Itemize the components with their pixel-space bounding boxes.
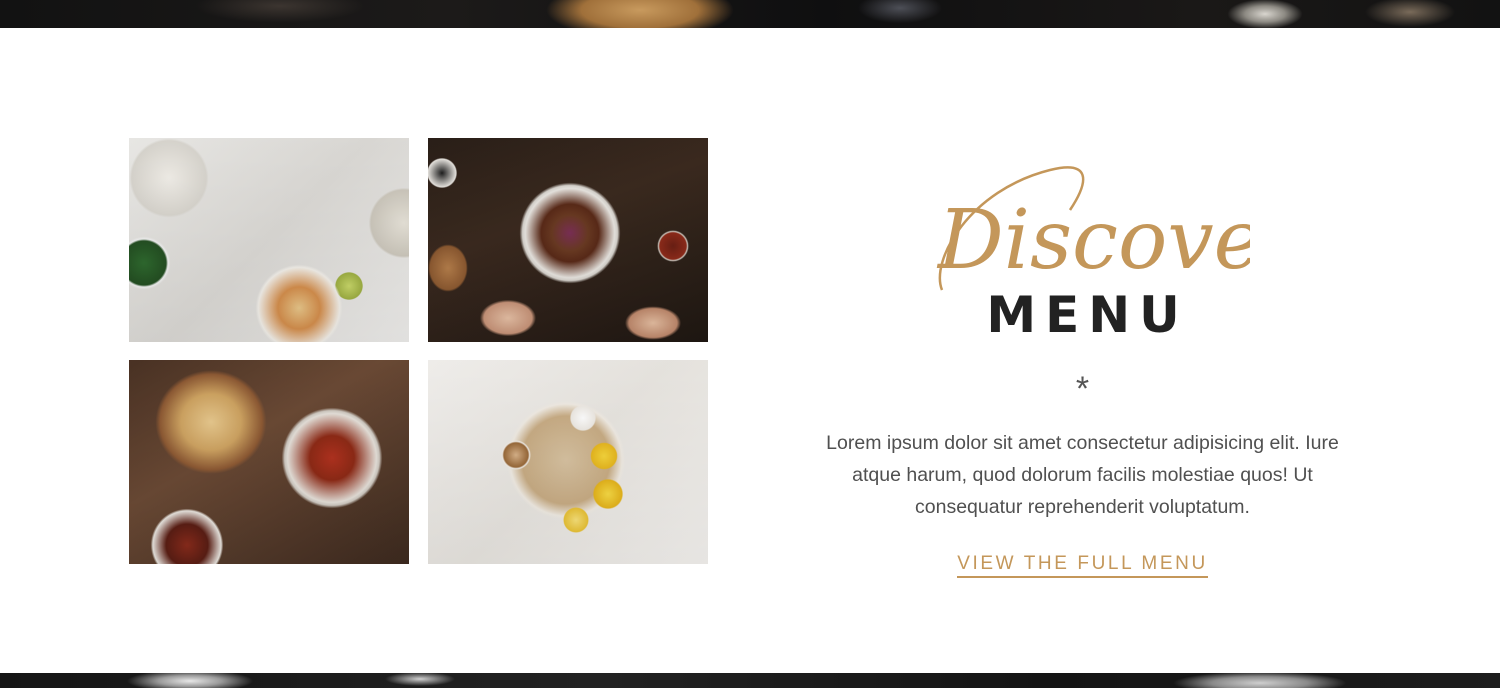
discover-script-heading: Discover	[936, 166, 1250, 291]
food-photo-lemon-tray	[428, 360, 708, 564]
menu-description: Lorem ipsum dolor sit amet consectetur a…	[826, 432, 1339, 518]
svg-text:Discover: Discover	[936, 193, 1250, 288]
top-banner-photo	[0, 0, 1500, 28]
menu-heading: MENU	[986, 286, 1189, 344]
view-menu-link-wrapper: VIEW THE FULL MENU	[790, 553, 1375, 578]
asterisk-divider: *	[1075, 370, 1090, 408]
food-photo-stew-dumplings	[129, 360, 409, 564]
food-photo-steak-bowl	[428, 138, 708, 342]
food-photo-salad-plates	[129, 138, 409, 342]
view-full-menu-link[interactable]: VIEW THE FULL MENU	[957, 553, 1208, 578]
bottom-banner-photo	[0, 673, 1500, 688]
